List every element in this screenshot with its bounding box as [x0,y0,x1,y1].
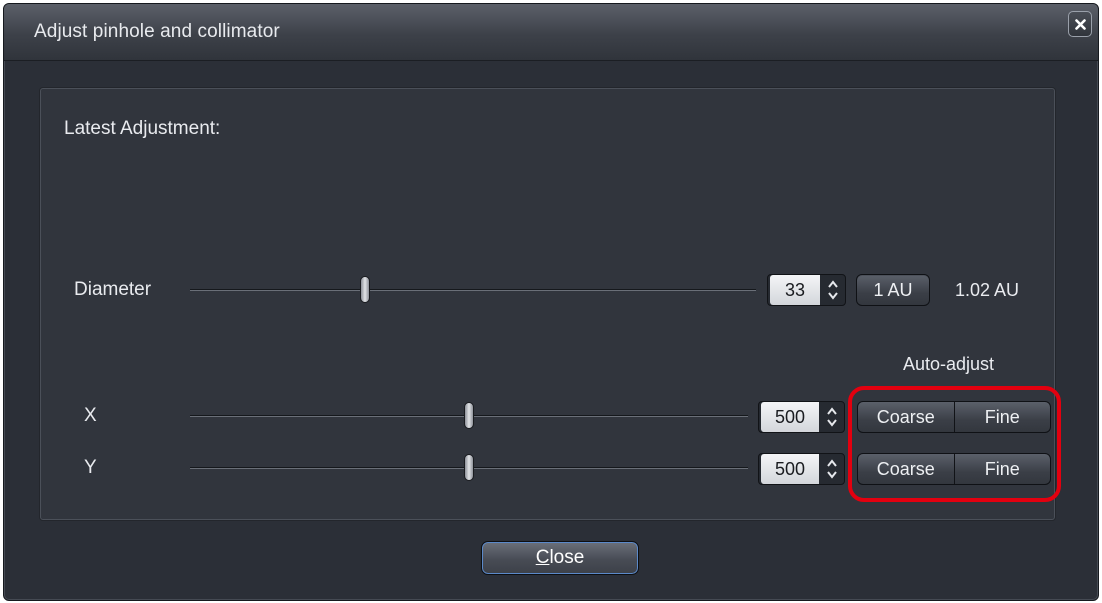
latest-adjustment-heading: Latest Adjustment: [64,118,221,139]
x-slider-thumb[interactable] [464,402,474,429]
window-close-button[interactable] [1068,11,1092,37]
x-spinbox[interactable]: 500 [758,401,845,433]
diameter-au-readout: 1.02 AU [955,280,1020,300]
diameter-slider-thumb[interactable] [360,276,370,303]
y-value[interactable]: 500 [761,454,819,484]
close-button-label: lose [549,547,585,568]
y-label: Y [84,457,97,478]
window-title: Adjust pinhole and collimator [34,21,280,42]
diameter-value[interactable]: 33 [770,275,820,305]
auto-adjust-highlight-ring [848,386,1061,502]
auto-adjust-label: Auto-adjust [903,354,995,374]
diameter-label: Diameter [74,279,152,300]
close-icon [1075,19,1086,30]
diameter-spinbox[interactable]: 33 [767,274,846,306]
title-bar: Adjust pinhole and collimator [4,4,1098,61]
x-label: X [84,405,97,426]
dialog-window: Adjust pinhole and collimator Latest Adj… [3,3,1099,601]
one-au-button[interactable]: 1 AU [856,274,930,306]
y-spinbox[interactable]: 500 [758,453,845,485]
spinner-arrows-icon[interactable] [824,458,840,480]
diameter-slider-track[interactable] [190,289,756,291]
close-button[interactable]: Close [481,541,639,575]
x-value[interactable]: 500 [761,402,819,432]
spinner-arrows-icon[interactable] [824,406,840,428]
spinner-arrows-icon[interactable] [825,279,841,301]
y-slider-thumb[interactable] [464,454,474,481]
close-button-mnemonic: C [535,547,550,568]
